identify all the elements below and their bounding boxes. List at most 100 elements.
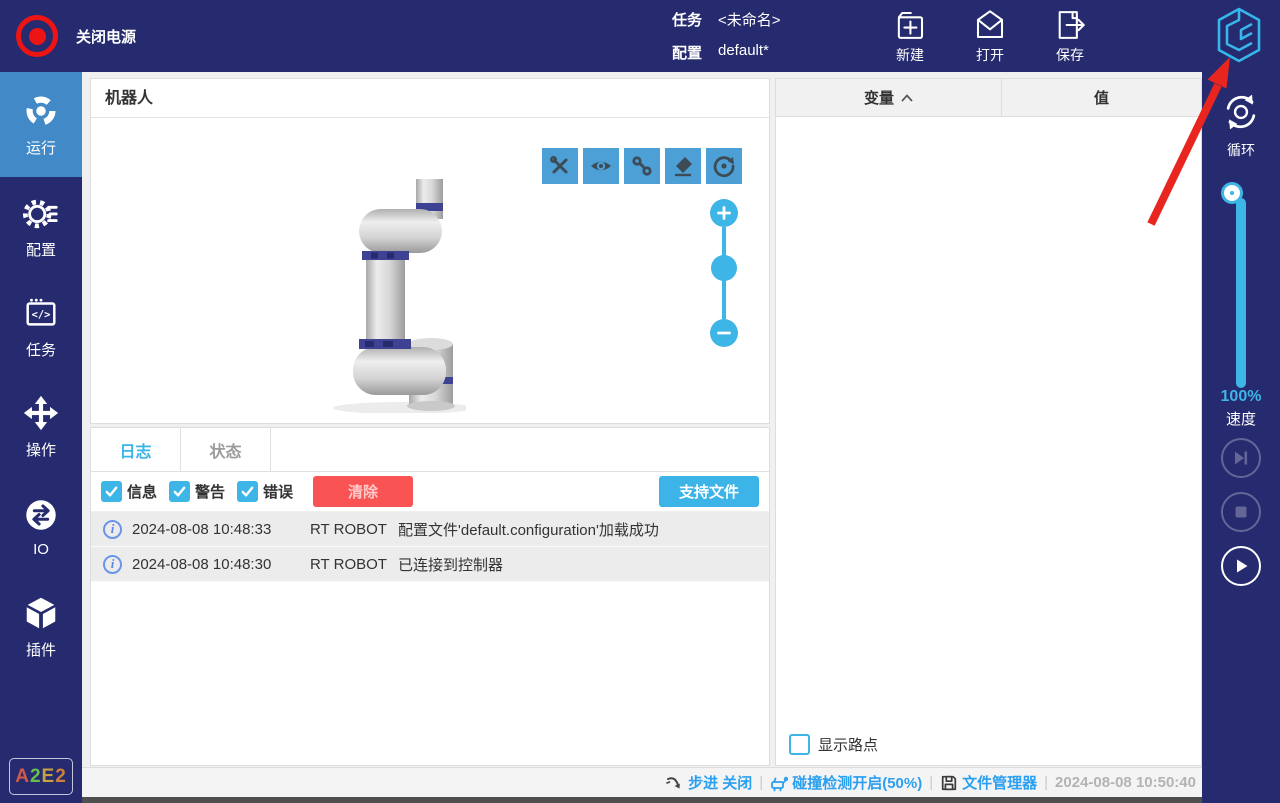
open-task-icon [972, 7, 1008, 43]
visibility-button[interactable] [583, 148, 619, 184]
task-name-value: <未命名> [718, 9, 781, 30]
viewport-toolbar [542, 148, 742, 184]
task-config-info: 任务 <未命名> 配置 default* [672, 9, 781, 75]
save-task-icon [1052, 7, 1088, 43]
stop-button[interactable] [1221, 492, 1261, 532]
sidebar-item-operate[interactable]: 操作 [0, 377, 82, 477]
zoom-out-button[interactable] [710, 319, 738, 347]
reset-view-button[interactable] [706, 148, 742, 184]
stop-icon [1231, 502, 1251, 522]
config-name-value: default* [718, 42, 769, 63]
speed-slider-handle[interactable] [1224, 185, 1240, 201]
tab-status[interactable]: 状态 [181, 428, 271, 471]
checkbox-checked-icon [169, 481, 190, 502]
svg-text:</>: </> [32, 309, 51, 321]
tools-button[interactable] [542, 148, 578, 184]
log-panel: 日志 状态 信息 警告 错误 清除 支持文件 i 2024-08-08 10:4… [90, 427, 770, 766]
log-message: 已连接到控制器 [398, 554, 769, 575]
sidebar-item-label: 任务 [26, 339, 56, 360]
left-sidebar: 运行 配置 </> 任务 [0, 72, 82, 803]
speed-label: 速度 [1202, 408, 1280, 429]
loop-mode-button[interactable]: 循环 [1202, 90, 1280, 160]
sidebar-item-label: 插件 [26, 639, 56, 660]
filter-error-checkbox[interactable]: 错误 [237, 481, 293, 502]
info-icon: i [103, 555, 122, 574]
play-button[interactable] [1221, 546, 1261, 586]
variables-panel: 变量 值 显示路点 [775, 78, 1202, 766]
robot-arm-model [331, 179, 466, 413]
tab-log[interactable]: 日志 [91, 428, 181, 471]
zoom-control [710, 199, 738, 347]
filter-info-checkbox[interactable]: 信息 [101, 481, 157, 502]
path-icon [630, 154, 654, 178]
play-icon [1231, 556, 1251, 576]
checkbox-checked-icon [237, 481, 258, 502]
log-tabs: 日志 状态 [91, 428, 769, 472]
io-icon [22, 496, 60, 534]
zoom-slider-handle[interactable] [711, 255, 737, 281]
robot-teach-pendant-app: 关闭电源 任务 <未命名> 配置 default* 新建 [0, 0, 1280, 803]
brand-cube-logo[interactable] [1214, 6, 1264, 64]
captcha-badge: A2E2 [9, 758, 73, 795]
power-button[interactable] [16, 15, 58, 57]
sidebar-item-plugin[interactable]: 插件 [0, 577, 82, 677]
collision-detection-toggle[interactable]: 碰撞检测开启(50%) [770, 772, 922, 793]
bottom-strip [82, 797, 1202, 803]
eraser-icon [671, 154, 695, 178]
sidebar-item-task[interactable]: </> 任务 [0, 277, 82, 377]
skip-next-button[interactable] [1221, 438, 1261, 478]
right-sidebar: 循环 100% 速度 [1202, 72, 1280, 803]
log-entry-row: i 2024-08-08 10:48:30 RT ROBOT 已连接到控制器 [91, 547, 769, 582]
zoom-in-button[interactable] [710, 199, 738, 227]
log-time: 2024-08-08 10:48:33 [132, 521, 310, 538]
log-entry-row: i 2024-08-08 10:48:33 RT ROBOT 配置文件'defa… [91, 512, 769, 547]
save-task-button[interactable]: 保存 [1042, 7, 1098, 65]
loop-label: 循环 [1227, 140, 1255, 160]
file-manager-button[interactable]: 文件管理器 [940, 772, 1037, 793]
support-files-button[interactable]: 支持文件 [659, 476, 759, 507]
zoom-slider-track[interactable] [722, 227, 726, 319]
new-task-icon [892, 7, 928, 43]
log-time: 2024-08-08 10:48:30 [132, 556, 310, 573]
robot-panel-title: 机器人 [91, 79, 769, 118]
checkbox-unchecked-icon [789, 734, 810, 755]
run-icon [22, 92, 60, 130]
topbar: 关闭电源 任务 <未命名> 配置 default* 新建 [0, 0, 1280, 72]
step-mode-toggle[interactable]: 步进 关闭 [666, 772, 752, 793]
column-header-variable[interactable]: 变量 [776, 79, 1002, 116]
sidebar-item-run[interactable]: 运行 [0, 72, 82, 177]
trajectory-button[interactable] [624, 148, 660, 184]
plugin-cube-icon [22, 594, 60, 632]
open-task-button[interactable]: 打开 [962, 7, 1018, 65]
log-filter-row: 信息 警告 错误 清除 支持文件 [91, 472, 769, 512]
log-list: i 2024-08-08 10:48:33 RT ROBOT 配置文件'defa… [91, 512, 769, 582]
open-task-label: 打开 [976, 45, 1004, 65]
erase-button[interactable] [665, 148, 701, 184]
speed-slider-track[interactable] [1236, 198, 1246, 388]
sidebar-item-label: 配置 [26, 239, 56, 260]
tools-icon [548, 154, 572, 178]
show-waypoints-checkbox[interactable]: 显示路点 [789, 734, 878, 755]
power-label: 关闭电源 [76, 26, 136, 47]
statusbar-separator: | [759, 774, 763, 791]
statusbar-separator: | [929, 774, 933, 791]
log-message: 配置文件'default.configuration'加载成功 [398, 519, 769, 540]
zoom-in-icon [716, 205, 732, 221]
collision-icon [770, 774, 788, 792]
speed-readout: 100% 速度 [1202, 388, 1280, 429]
sidebar-item-config[interactable]: 配置 [0, 177, 82, 277]
task-label: 任务 [672, 9, 718, 30]
checkbox-checked-icon [101, 481, 122, 502]
file-manager-disk-icon [940, 774, 958, 792]
robot-3d-view[interactable] [91, 118, 769, 423]
filter-warning-checkbox[interactable]: 警告 [169, 481, 225, 502]
step-arrow-icon [666, 775, 684, 791]
clear-log-button[interactable]: 清除 [313, 476, 413, 507]
column-header-value: 值 [1002, 79, 1201, 116]
save-task-label: 保存 [1056, 45, 1084, 65]
new-task-button[interactable]: 新建 [882, 7, 938, 65]
variables-header: 变量 值 [776, 79, 1201, 117]
sidebar-item-io[interactable]: IO [0, 477, 82, 577]
statusbar-separator: | [1044, 774, 1048, 791]
config-gear-icon [22, 194, 60, 232]
